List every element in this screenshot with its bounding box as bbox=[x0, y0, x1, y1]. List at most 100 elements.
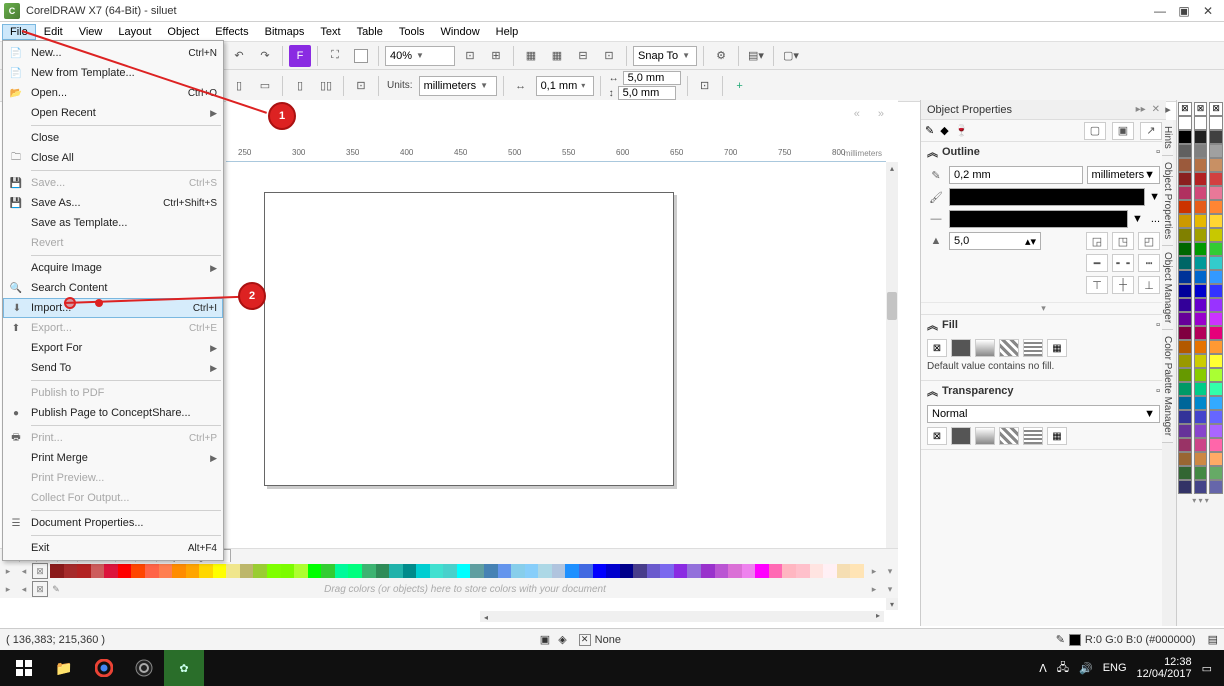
chevron-icon[interactable]: ︽ bbox=[927, 317, 938, 333]
color-swatch[interactable] bbox=[823, 564, 837, 578]
thumbnail-button[interactable] bbox=[350, 45, 372, 67]
palette-swatch[interactable] bbox=[1194, 144, 1208, 158]
view-mode-1[interactable]: ▢ bbox=[1084, 122, 1106, 140]
palette-swatch[interactable] bbox=[1194, 284, 1208, 298]
start-button[interactable] bbox=[4, 650, 44, 686]
menu-tools[interactable]: Tools bbox=[391, 24, 433, 40]
color-swatch[interactable] bbox=[606, 564, 620, 578]
palette-swatch[interactable] bbox=[1209, 340, 1223, 354]
color-swatch[interactable] bbox=[728, 564, 742, 578]
corner-2[interactable]: ◳ bbox=[1112, 232, 1134, 250]
cap-3[interactable]: ┅ bbox=[1138, 254, 1160, 272]
palette-swatch[interactable] bbox=[1209, 144, 1223, 158]
color-swatch[interactable] bbox=[701, 564, 715, 578]
action-center-icon[interactable]: ▭ bbox=[1202, 662, 1212, 675]
page-single[interactable]: ▯ bbox=[289, 75, 311, 97]
palette-options-icon[interactable]: ▸ bbox=[0, 563, 16, 579]
palette-swatch[interactable] bbox=[1178, 298, 1192, 312]
menu-item-save-as-template[interactable]: Save as Template... bbox=[3, 213, 223, 233]
docker-tab-object-properties[interactable]: Object Properties bbox=[1162, 156, 1173, 246]
palette-swatch[interactable] bbox=[1194, 312, 1208, 326]
color-swatch[interactable] bbox=[837, 564, 851, 578]
color-swatch[interactable] bbox=[443, 564, 457, 578]
coreldraw-taskbar-icon[interactable]: ✿ bbox=[164, 650, 204, 686]
palette-swatch[interactable] bbox=[1178, 466, 1192, 480]
docker-tab-hints[interactable]: Hints bbox=[1162, 120, 1173, 156]
color-swatch[interactable] bbox=[620, 564, 634, 578]
color-swatch[interactable] bbox=[687, 564, 701, 578]
fountain-fill-button[interactable] bbox=[975, 339, 995, 357]
color-swatch[interactable] bbox=[199, 564, 213, 578]
section-options-icon[interactable]: ▫ bbox=[1156, 146, 1160, 158]
color-swatch[interactable] bbox=[430, 564, 444, 578]
menu-item-open-recent[interactable]: Open Recent▶ bbox=[3, 103, 223, 123]
palette-swatch[interactable] bbox=[1194, 354, 1208, 368]
palette-swatch[interactable] bbox=[1194, 480, 1208, 494]
palette-swatch[interactable] bbox=[1194, 116, 1208, 130]
color-swatch[interactable] bbox=[376, 564, 390, 578]
color-swatch[interactable] bbox=[118, 564, 132, 578]
section-options-icon[interactable]: ▫ bbox=[1156, 385, 1160, 397]
palette-swatch[interactable] bbox=[1209, 368, 1223, 382]
guides-button[interactable]: ⊟ bbox=[572, 45, 594, 67]
palette-swatch[interactable] bbox=[1194, 186, 1208, 200]
color-swatch[interactable] bbox=[715, 564, 729, 578]
fountain-trans-button[interactable] bbox=[975, 427, 995, 445]
color-swatch[interactable] bbox=[593, 564, 607, 578]
view-mode-2[interactable]: ▣ bbox=[1112, 122, 1134, 140]
no-color-swatch[interactable]: ⊠ bbox=[32, 563, 48, 579]
palette-swatch[interactable] bbox=[1194, 466, 1208, 480]
color-swatch[interactable] bbox=[91, 564, 105, 578]
palette-swatch[interactable] bbox=[1194, 172, 1208, 186]
palette-swatch[interactable] bbox=[1209, 284, 1223, 298]
docker-close-icon[interactable]: ✕ bbox=[1152, 104, 1160, 115]
zoom-fit-button[interactable]: ⊡ bbox=[459, 45, 481, 67]
menu-bitmaps[interactable]: Bitmaps bbox=[257, 24, 313, 40]
chrome-icon[interactable] bbox=[84, 650, 124, 686]
palette-swatch[interactable] bbox=[1194, 256, 1208, 270]
menu-item-publish-page-to-conceptshare[interactable]: ●Publish Page to ConceptShare... bbox=[3, 403, 223, 423]
color-swatch[interactable] bbox=[755, 564, 769, 578]
scroll-up-icon[interactable]: ▴ bbox=[886, 162, 898, 174]
color-swatch[interactable] bbox=[321, 564, 335, 578]
color-arrow-icon[interactable]: ▼ bbox=[1149, 191, 1160, 203]
redo-button[interactable]: ↷ bbox=[254, 45, 276, 67]
color-swatch[interactable] bbox=[769, 564, 783, 578]
palette-swatch[interactable] bbox=[1209, 466, 1223, 480]
units-combo[interactable]: millimeters▼ bbox=[419, 76, 497, 96]
palette-swatch[interactable] bbox=[1178, 438, 1192, 452]
palette-swatch[interactable] bbox=[1194, 396, 1208, 410]
palette-swatch[interactable] bbox=[1209, 298, 1223, 312]
menu-layout[interactable]: Layout bbox=[110, 24, 159, 40]
menu-item-close-all[interactable]: 🗀Close All bbox=[3, 148, 223, 168]
color-swatch[interactable] bbox=[525, 564, 539, 578]
color-swatch[interactable] bbox=[470, 564, 484, 578]
merge-mode-combo[interactable]: Normal▼ bbox=[927, 405, 1160, 423]
cap-1[interactable]: ━ bbox=[1086, 254, 1108, 272]
options-button[interactable]: ⚙ bbox=[710, 45, 732, 67]
canvas-viewport[interactable] bbox=[226, 162, 886, 610]
menu-item-close[interactable]: Close bbox=[3, 128, 223, 148]
menu-help[interactable]: Help bbox=[488, 24, 527, 40]
color-swatch[interactable] bbox=[389, 564, 403, 578]
language-indicator[interactable]: ENG bbox=[1103, 662, 1127, 674]
palette-swatch[interactable] bbox=[1178, 480, 1192, 494]
publish-button[interactable]: F bbox=[289, 45, 311, 67]
palette-swatch[interactable] bbox=[1194, 410, 1208, 424]
vertical-scrollbar[interactable]: ▴ ▾ bbox=[886, 162, 898, 610]
tray-up-icon[interactable]: ᐱ bbox=[1039, 662, 1047, 675]
color-swatch[interactable] bbox=[50, 564, 64, 578]
close-button[interactable]: ✕ bbox=[1196, 2, 1220, 20]
miter-field[interactable]: 5,0▴▾ bbox=[949, 232, 1041, 250]
zoom-combo[interactable]: 40%▼ bbox=[385, 46, 455, 66]
docker-more-icon[interactable]: ▸ bbox=[1160, 100, 1176, 118]
color-swatch[interactable] bbox=[565, 564, 579, 578]
duplicate-y-field[interactable]: 5,0 mm bbox=[618, 86, 676, 100]
color-swatch[interactable] bbox=[403, 564, 417, 578]
color-swatches[interactable] bbox=[50, 564, 864, 578]
color-swatch[interactable] bbox=[674, 564, 688, 578]
palette-swatch[interactable] bbox=[1209, 158, 1223, 172]
style-arrow-icon[interactable]: ▼ bbox=[1132, 213, 1143, 225]
palette-swatch[interactable] bbox=[1209, 116, 1223, 130]
color-swatch[interactable] bbox=[660, 564, 674, 578]
